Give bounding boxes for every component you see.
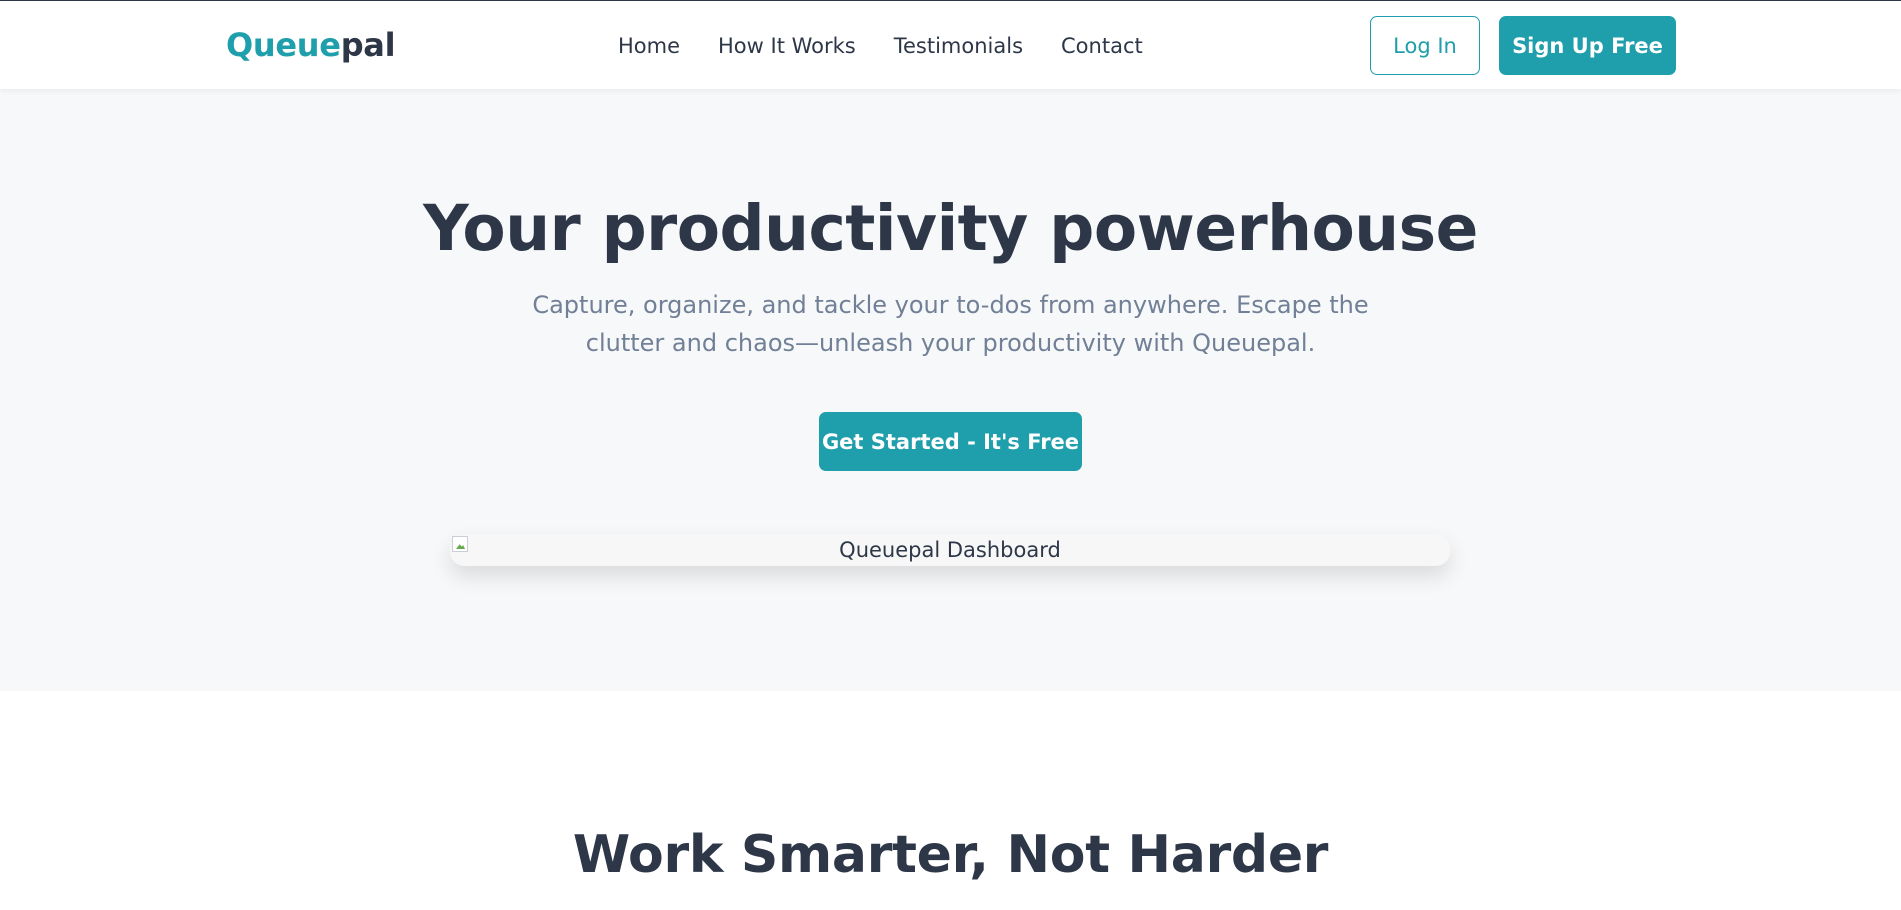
nav-link-testimonials[interactable]: Testimonials <box>894 31 1023 61</box>
logo[interactable]: Queuepal <box>226 25 396 65</box>
site-header: Queuepal Home How It Works Testimonials … <box>0 0 1901 89</box>
dashboard-image-alt-text: Queuepal Dashboard <box>839 538 1061 562</box>
features-section: Work Smarter, Not Harder <box>0 691 1901 910</box>
get-started-button[interactable]: Get Started - It's Free <box>819 412 1082 471</box>
hero-section: Your productivity powerhouse Capture, or… <box>0 89 1901 691</box>
logo-part-pal: pal <box>340 26 396 64</box>
hero-title: Your productivity powerhouse <box>423 192 1478 265</box>
login-button[interactable]: Log In <box>1370 16 1480 75</box>
main-nav: Home How It Works Testimonials Contact <box>618 31 1143 61</box>
nav-link-home[interactable]: Home <box>618 31 680 61</box>
nav-link-how-it-works[interactable]: How It Works <box>718 31 856 61</box>
dashboard-image: Queuepal Dashboard <box>450 534 1450 566</box>
logo-part-queue: Queue <box>226 26 341 64</box>
nav-link-contact[interactable]: Contact <box>1061 31 1143 61</box>
page: Queuepal Home How It Works Testimonials … <box>0 0 1901 910</box>
features-section-title: Work Smarter, Not Harder <box>572 825 1329 885</box>
hero-subtitle: Capture, organize, and tackle your to-do… <box>532 291 1369 357</box>
signup-button[interactable]: Sign Up Free <box>1499 16 1676 75</box>
